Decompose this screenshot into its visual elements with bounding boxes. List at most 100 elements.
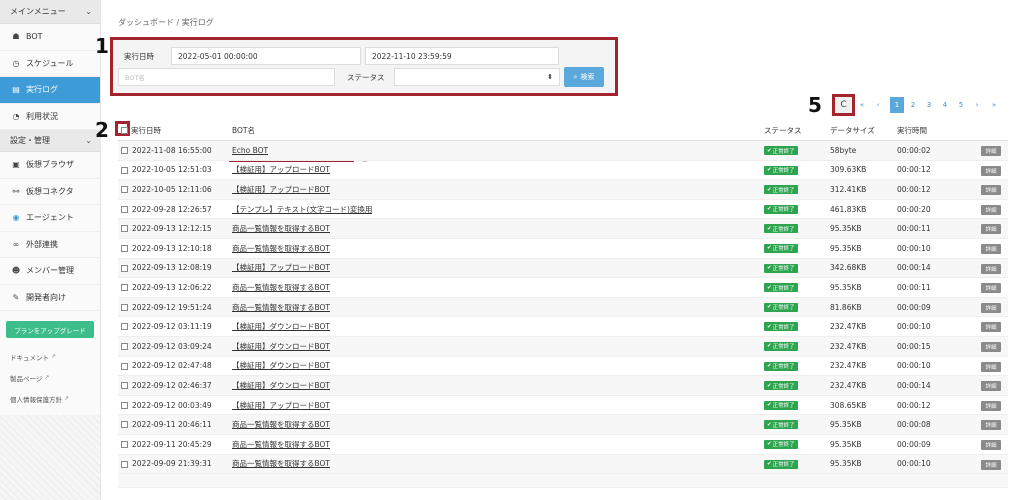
row-detail-button[interactable]: 詳細 — [981, 322, 1001, 333]
row-datetime: 2022-09-13 12:06:22 — [132, 282, 212, 292]
privacy-policy-link[interactable]: 個人情報保護方針 ↗ — [0, 388, 100, 409]
check-circle-icon: ✔ — [767, 382, 772, 389]
page-5-button[interactable]: 5 — [954, 97, 968, 113]
row-bot-link[interactable]: 【検証用】アップロードBOT — [232, 400, 330, 411]
main-menu-header[interactable]: メインメニュー ⌄ — [0, 0, 100, 24]
row-bot-link[interactable]: 【テンプレ】テキスト(文字コード)変換用 — [232, 204, 372, 215]
row-bot-link[interactable]: 商品一覧情報を取得するBOT — [232, 458, 330, 469]
date-from-input[interactable]: 2022-05-01 00:00:00 — [171, 47, 361, 65]
table-row-partial — [118, 474, 1008, 489]
docs-link[interactable]: ドキュメント ↗ — [0, 346, 100, 367]
row-bot-link[interactable]: 【検証用】ダウンロードBOT — [232, 380, 330, 391]
row-bot-link[interactable]: 商品一覧情報を取得するBOT — [232, 419, 330, 430]
status-badge-label: 正常終了 — [772, 403, 795, 410]
row-checkbox[interactable] — [121, 382, 128, 390]
row-bot-link[interactable]: 【検証用】アップロードBOT — [232, 262, 330, 273]
row-checkbox[interactable] — [121, 186, 128, 194]
sidebar-item-label: 外部連携 — [26, 239, 58, 249]
page-prev-button[interactable]: ‹ — [871, 97, 885, 113]
page-1-button[interactable]: 1 — [890, 97, 904, 113]
row-checkbox[interactable] — [121, 303, 128, 311]
row-bot-link[interactable]: Echo BOT — [232, 146, 268, 155]
sidebar-item-virtual-browser[interactable]: ▣ 仮想ブラウザ — [0, 152, 100, 179]
row-detail-button[interactable]: 詳細 — [981, 400, 1001, 411]
row-detail-button[interactable]: 詳細 — [981, 146, 1001, 156]
row-bot-link[interactable]: 【検証用】アップロードBOT — [232, 184, 330, 195]
column-header-bot-name[interactable]: BOT名 — [232, 125, 255, 136]
page-2-button[interactable]: 2 — [906, 97, 920, 113]
row-bot-link[interactable]: 商品一覧情報を取得するBOT — [232, 223, 330, 234]
row-detail-button[interactable]: 詳細 — [981, 283, 1001, 294]
date-to-input[interactable]: 2022-11-10 23:59:59 — [365, 47, 559, 65]
row-detail-button[interactable]: 詳細 — [981, 204, 1001, 215]
row-bot-link[interactable]: 商品一覧情報を取得するBOT — [232, 282, 330, 293]
page-3-button[interactable]: 3 — [922, 97, 936, 113]
row-detail-button[interactable]: 詳細 — [981, 420, 1001, 431]
row-datetime: 2022-09-09 21:39:31 — [132, 459, 212, 469]
row-checkbox[interactable] — [121, 264, 128, 272]
sidebar-item-label: メンバー管理 — [26, 266, 74, 276]
page-last-button[interactable]: » — [987, 97, 1001, 113]
column-header-data-size[interactable]: データサイズ — [830, 125, 875, 136]
column-header-status[interactable]: ステータス — [764, 125, 802, 136]
row-bot-link[interactable]: 【検証用】ダウンロードBOT — [232, 360, 330, 371]
settings-menu-header[interactable]: 設定・管理 ⌄ — [0, 130, 100, 152]
row-detail-button[interactable]: 詳細 — [981, 302, 1001, 313]
row-run-time: 00:00:10 — [897, 322, 931, 332]
row-detail-button[interactable]: 詳細 — [981, 224, 1001, 235]
status-select[interactable]: ⬍ — [394, 68, 560, 86]
search-button[interactable]: ⌕ 検索 — [564, 67, 604, 87]
row-detail-button[interactable]: 詳細 — [981, 263, 1001, 274]
row-bot-link[interactable]: 商品一覧情報を取得するBOT — [232, 302, 330, 313]
sidebar-item-schedule[interactable]: ◷ スケジュール — [0, 51, 100, 77]
sidebar-item-developer[interactable]: ✎ 開発者向け — [0, 285, 100, 311]
page-next-button[interactable]: › — [970, 97, 984, 113]
row-checkbox[interactable] — [121, 225, 128, 233]
page-first-button[interactable]: « — [855, 97, 869, 113]
sidebar-item-usage[interactable]: ◔ 利用状況 — [0, 104, 100, 130]
select-all-checkbox[interactable] — [121, 127, 128, 134]
row-bot-link[interactable]: 【検証用】アップロードBOT — [232, 164, 330, 175]
row-checkbox[interactable] — [121, 460, 128, 468]
sidebar-item-label: BOT — [26, 32, 43, 42]
bot-name-input[interactable]: BOT名 — [118, 68, 335, 86]
row-checkbox[interactable] — [121, 284, 128, 292]
row-checkbox[interactable] — [121, 401, 128, 409]
row-checkbox[interactable] — [121, 323, 128, 331]
row-bot-link[interactable]: 商品一覧情報を取得するBOT — [232, 439, 330, 450]
sidebar-item-virtual-connector[interactable]: ⚯ 仮想コネクタ — [0, 179, 100, 205]
row-detail-button[interactable]: 詳細 — [981, 165, 1001, 176]
sidebar-item-bot[interactable]: ☗ BOT — [0, 24, 100, 51]
sidebar-item-agent[interactable]: ◉ エージェント — [0, 205, 100, 232]
row-detail-button[interactable]: 詳細 — [981, 361, 1001, 372]
row-checkbox[interactable] — [121, 362, 128, 370]
row-checkbox[interactable] — [121, 147, 128, 154]
row-detail-button[interactable]: 詳細 — [981, 341, 1001, 352]
row-bot-link[interactable]: 【検証用】ダウンロードBOT — [232, 341, 330, 352]
status-badge: ✔ 正常終了 — [764, 361, 798, 371]
sidebar-item-members[interactable]: ☻ メンバー管理 — [0, 258, 100, 285]
sidebar-item-integration[interactable]: ∞ 外部連携 — [0, 232, 100, 258]
check-circle-icon: ✔ — [767, 284, 772, 291]
row-checkbox[interactable] — [121, 205, 128, 213]
row-detail-button[interactable]: 詳細 — [981, 459, 1001, 470]
row-checkbox[interactable] — [121, 421, 128, 429]
row-bot-link[interactable]: 【検証用】ダウンロードBOT — [232, 321, 330, 332]
row-detail-button[interactable]: 詳細 — [981, 439, 1001, 450]
column-header-run-time[interactable]: 実行時間 — [897, 125, 927, 136]
column-header-datetime[interactable]: 実行日時 — [131, 125, 161, 136]
row-detail-button[interactable]: 詳細 — [981, 185, 1001, 196]
row-checkbox[interactable] — [121, 342, 128, 350]
product-page-link[interactable]: 製品ページ ↗ — [0, 367, 100, 388]
upgrade-plan-button[interactable]: プランをアップグレード — [6, 321, 94, 338]
page-4-button[interactable]: 4 — [938, 97, 952, 113]
row-bot-link[interactable]: 商品一覧情報を取得するBOT — [232, 243, 330, 254]
sidebar-item-run-log[interactable]: ▤ 実行ログ — [0, 77, 100, 104]
row-detail-button[interactable]: 詳細 — [981, 243, 1001, 254]
row-checkbox[interactable] — [121, 440, 128, 448]
row-checkbox[interactable] — [121, 166, 128, 174]
row-data-size: 95.35KB — [830, 282, 862, 292]
annotation-number-5: 5 — [808, 93, 822, 117]
row-checkbox[interactable] — [121, 244, 128, 252]
row-detail-button[interactable]: 詳細 — [981, 381, 1001, 392]
